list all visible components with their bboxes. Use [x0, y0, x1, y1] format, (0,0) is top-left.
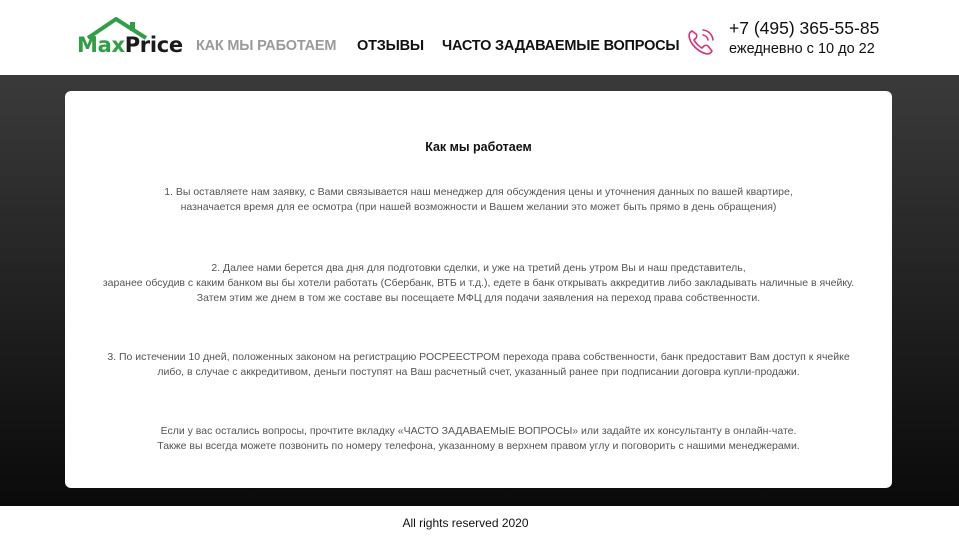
questions-paragraph: Если у вас остались вопросы, прочтите вк…: [65, 424, 892, 454]
site-header: MaxPrice КАК МЫ РАБОТАЕМ ОТЗЫВЫ ЧАСТО ЗА…: [0, 0, 959, 75]
step-2-line: заранее обсудив с каким банком вы бы хот…: [102, 277, 855, 289]
logo-text: MaxPrice: [77, 33, 183, 57]
logo[interactable]: MaxPrice: [76, 16, 184, 60]
working-hours: ежедневно с 10 до 22: [729, 41, 875, 57]
step-3-paragraph: 3. По истечении 10 дней, положенных зако…: [65, 350, 892, 380]
step-1-line: 1. Вы оставляете нам заявку, с Вами связ…: [164, 186, 793, 198]
questions-line: Если у вас остались вопросы, прочтите вк…: [160, 425, 797, 437]
step-2-line: Затем этим же днем в том же составе вы п…: [196, 292, 761, 304]
content-card: Как мы работаем 1. Вы оставляете нам зая…: [65, 91, 892, 488]
logo-max: Max: [77, 33, 125, 57]
phone-icon[interactable]: [686, 27, 716, 57]
phone-number[interactable]: +7 (495) 365-55-85: [729, 18, 879, 39]
questions-line: Также вы всегда можете позвонить по номе…: [157, 440, 800, 452]
step-3-line: либо, в случае с аккредитивом, деньги по…: [157, 366, 800, 378]
nav-reviews[interactable]: ОТЗЫВЫ: [357, 38, 424, 54]
copyright-text: All rights reserved 2020: [402, 516, 529, 530]
step-2-paragraph: 2. Далее нами берется два дня для подгот…: [65, 261, 892, 306]
page-title: Как мы работаем: [425, 140, 532, 154]
site-footer: All rights reserved 2020: [0, 506, 959, 539]
logo-price: Price: [124, 33, 183, 57]
step-2-line: 2. Далее нами берется два дня для подгот…: [211, 262, 746, 274]
step-1-line: назначается время для ее осмотра (при на…: [180, 201, 777, 213]
nav-how-we-work[interactable]: КАК МЫ РАБОТАЕМ: [196, 38, 336, 54]
step-3-line: 3. По истечении 10 дней, положенных зако…: [107, 351, 850, 363]
step-1-paragraph: 1. Вы оставляете нам заявку, с Вами связ…: [65, 185, 892, 215]
nav-faq[interactable]: ЧАСТО ЗАДАВАЕМЫЕ ВОПРОСЫ: [442, 38, 680, 54]
